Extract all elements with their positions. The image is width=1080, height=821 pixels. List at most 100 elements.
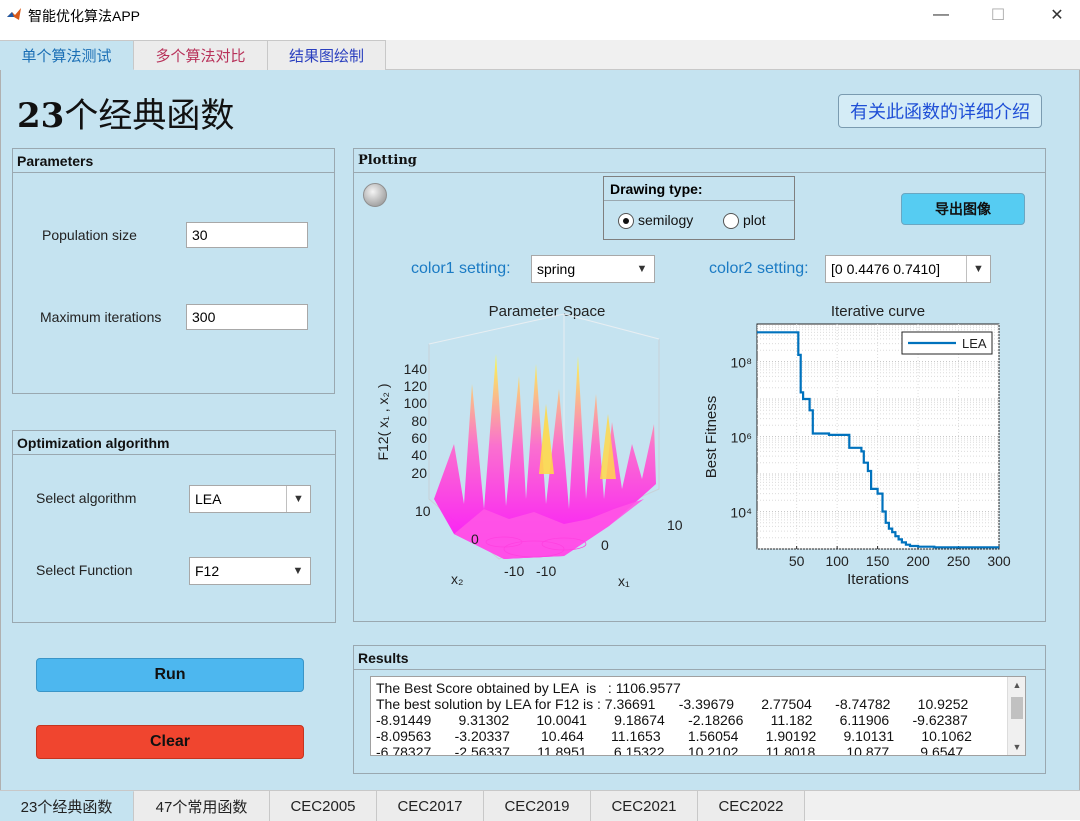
result-line: The Best Score obtained by LEA is : 1106…	[376, 680, 681, 696]
color2-value: [0 0.4476 0.7410]	[831, 261, 940, 277]
maximize-button[interactable]: ☐	[975, 0, 1021, 30]
results-title: Results	[354, 646, 1045, 670]
optimization-title: Optimization algorithm	[13, 431, 335, 455]
plotting-panel: Plotting Drawing type: semilogy plot 导出图…	[353, 148, 1046, 622]
y-axis-label: Best Fitness	[703, 396, 720, 479]
tab-47-common[interactable]: 47个常用函数	[134, 791, 270, 821]
result-line: -6.78327 -2.56337 11.8951 6.15322 10.210…	[376, 744, 964, 756]
tab-cec2019[interactable]: CEC2019	[484, 791, 591, 821]
tab-single-algorithm[interactable]: 单个算法测试	[0, 40, 134, 70]
page-title: 23个经典函数	[17, 96, 235, 136]
tab-cec2017[interactable]: CEC2017	[377, 791, 484, 821]
algorithm-dropdown[interactable]: LEA ▼	[189, 485, 311, 513]
function-value: F12	[195, 563, 220, 579]
color1-dropdown[interactable]: spring ▼	[531, 255, 655, 283]
matlab-logo-icon	[6, 6, 22, 22]
x1-tick: 10	[667, 517, 683, 533]
status-lamp-icon	[363, 183, 387, 207]
legend: LEA	[901, 331, 993, 355]
y-tick-label: 10⁸	[731, 355, 753, 371]
x-tick-label: 200	[906, 553, 930, 569]
plot-box-back	[428, 313, 660, 345]
function-dropdown[interactable]: F12 ▼	[189, 557, 311, 585]
tab-cec2022[interactable]: CEC2022	[698, 791, 805, 821]
plotting-title: Plotting	[354, 149, 1045, 173]
x-tick-label: 300	[987, 553, 1011, 569]
plot-label: plot	[743, 212, 766, 228]
chevron-down-icon: ▼	[636, 263, 648, 275]
semilogy-label: semilogy	[638, 212, 694, 228]
parameters-title: Parameters	[13, 149, 334, 173]
algorithm-value: LEA	[195, 491, 222, 507]
select-function-label: Select Function	[36, 562, 133, 578]
run-button[interactable]: Run	[36, 658, 304, 692]
x2-axis-label: x₂	[451, 571, 463, 587]
population-size-label: Population size	[42, 227, 137, 243]
iterative-curve-plot: Iterative curve 50 100 150 200 250 300 10⁴ 10⁶…	[703, 303, 1011, 588]
top-tab-bar: 单个算法测试 多个算法对比 结果图绘制	[0, 40, 1080, 70]
result-line: -8.09563 -3.20337 10.464 11.1653 1.56054…	[376, 728, 972, 744]
surface	[434, 354, 656, 559]
chevron-down-icon: ▼	[292, 565, 304, 577]
x2-tick: 0	[471, 531, 479, 547]
z-tick: 20	[411, 465, 427, 481]
chart-title: Iterative curve	[831, 303, 925, 320]
x-tick-label: 100	[825, 553, 849, 569]
window-title: 智能优化算法APP	[28, 8, 141, 24]
x1-axis-label: x₁	[618, 573, 630, 589]
results-panel: Results The Best Score obtained by LEA i…	[353, 645, 1046, 774]
tab-result-plot[interactable]: 结果图绘制	[268, 40, 386, 70]
z-tick: 60	[411, 430, 427, 446]
bottom-tab-bar: 23个经典函数 47个常用函数 CEC2005 CEC2017 CEC2019 …	[0, 790, 1080, 821]
x2-tick: 10	[415, 503, 431, 519]
scroll-up-icon[interactable]: ▲	[1008, 677, 1025, 693]
tab-cec2021[interactable]: CEC2021	[591, 791, 698, 821]
x1-tick: -10	[536, 563, 556, 579]
z-tick: 80	[411, 413, 427, 429]
max-iterations-input[interactable]: 300	[186, 304, 308, 330]
x1-tick: 0	[601, 537, 609, 553]
optimization-panel: Optimization algorithm Select algorithm …	[12, 430, 336, 623]
results-textarea[interactable]: The Best Score obtained by LEA is : 1106…	[370, 676, 1026, 756]
export-image-button[interactable]: 导出图像	[901, 193, 1025, 225]
population-size-input[interactable]: 30	[186, 222, 308, 248]
function-details-button[interactable]: 有关此函数的详细介绍	[838, 94, 1042, 128]
z-tick: 100	[404, 395, 428, 411]
z-axis-label: F12( x₁ , x₂ )	[375, 383, 391, 460]
result-line: The best solution by LEA for F12 is : 7.…	[376, 696, 969, 712]
color1-value: spring	[537, 261, 576, 277]
select-algorithm-label: Select algorithm	[36, 490, 137, 506]
clear-button[interactable]: Clear	[36, 725, 304, 759]
tab-23-classic[interactable]: 23个经典函数	[0, 791, 134, 821]
z-tick: 140	[404, 361, 428, 377]
plot-radio[interactable]	[723, 213, 739, 229]
y-tick-label: 10⁴	[730, 505, 752, 521]
drawing-type-label: Drawing type:	[604, 177, 794, 201]
tab-cec2005[interactable]: CEC2005	[270, 791, 377, 821]
minimize-button[interactable]: —	[918, 0, 964, 30]
chevron-down-icon: ▼	[966, 256, 990, 282]
results-scrollbar[interactable]: ▲ ▼	[1007, 677, 1025, 755]
z-tick: 40	[411, 447, 427, 463]
y-ticks: 10⁴ 10⁶ 10⁸	[730, 355, 752, 521]
x-tick-label: 50	[789, 553, 805, 569]
title-bar: 智能优化算法APP — ☐ ✕	[0, 0, 1080, 30]
color2-dropdown[interactable]: [0 0.4476 0.7410] ▼	[825, 255, 991, 283]
x-tick-label: 150	[866, 553, 890, 569]
x-tick-label: 250	[947, 553, 971, 569]
scroll-thumb[interactable]	[1011, 697, 1023, 719]
scroll-down-icon[interactable]: ▼	[1008, 739, 1025, 755]
parameters-panel: Parameters Population size 30 Maximum it…	[12, 148, 335, 394]
color2-label: color2 setting:	[709, 260, 809, 277]
close-button[interactable]: ✕	[1034, 0, 1080, 30]
x2-tick: -10	[504, 563, 524, 579]
tab-multi-algorithm[interactable]: 多个算法对比	[134, 40, 268, 70]
parameter-space-plot: Parameter Space 140 120 100 80 60 40 20 …	[375, 303, 683, 589]
x-axis-label: Iterations	[847, 571, 909, 588]
chevron-down-icon: ▼	[286, 486, 310, 512]
semilogy-radio[interactable]	[618, 213, 634, 229]
max-iterations-label: Maximum iterations	[40, 309, 162, 325]
main-panel: 23个经典函数 有关此函数的详细介绍 Parameters Population…	[0, 70, 1080, 790]
y-tick-label: 10⁶	[731, 430, 752, 446]
color1-label: color1 setting:	[411, 260, 511, 277]
